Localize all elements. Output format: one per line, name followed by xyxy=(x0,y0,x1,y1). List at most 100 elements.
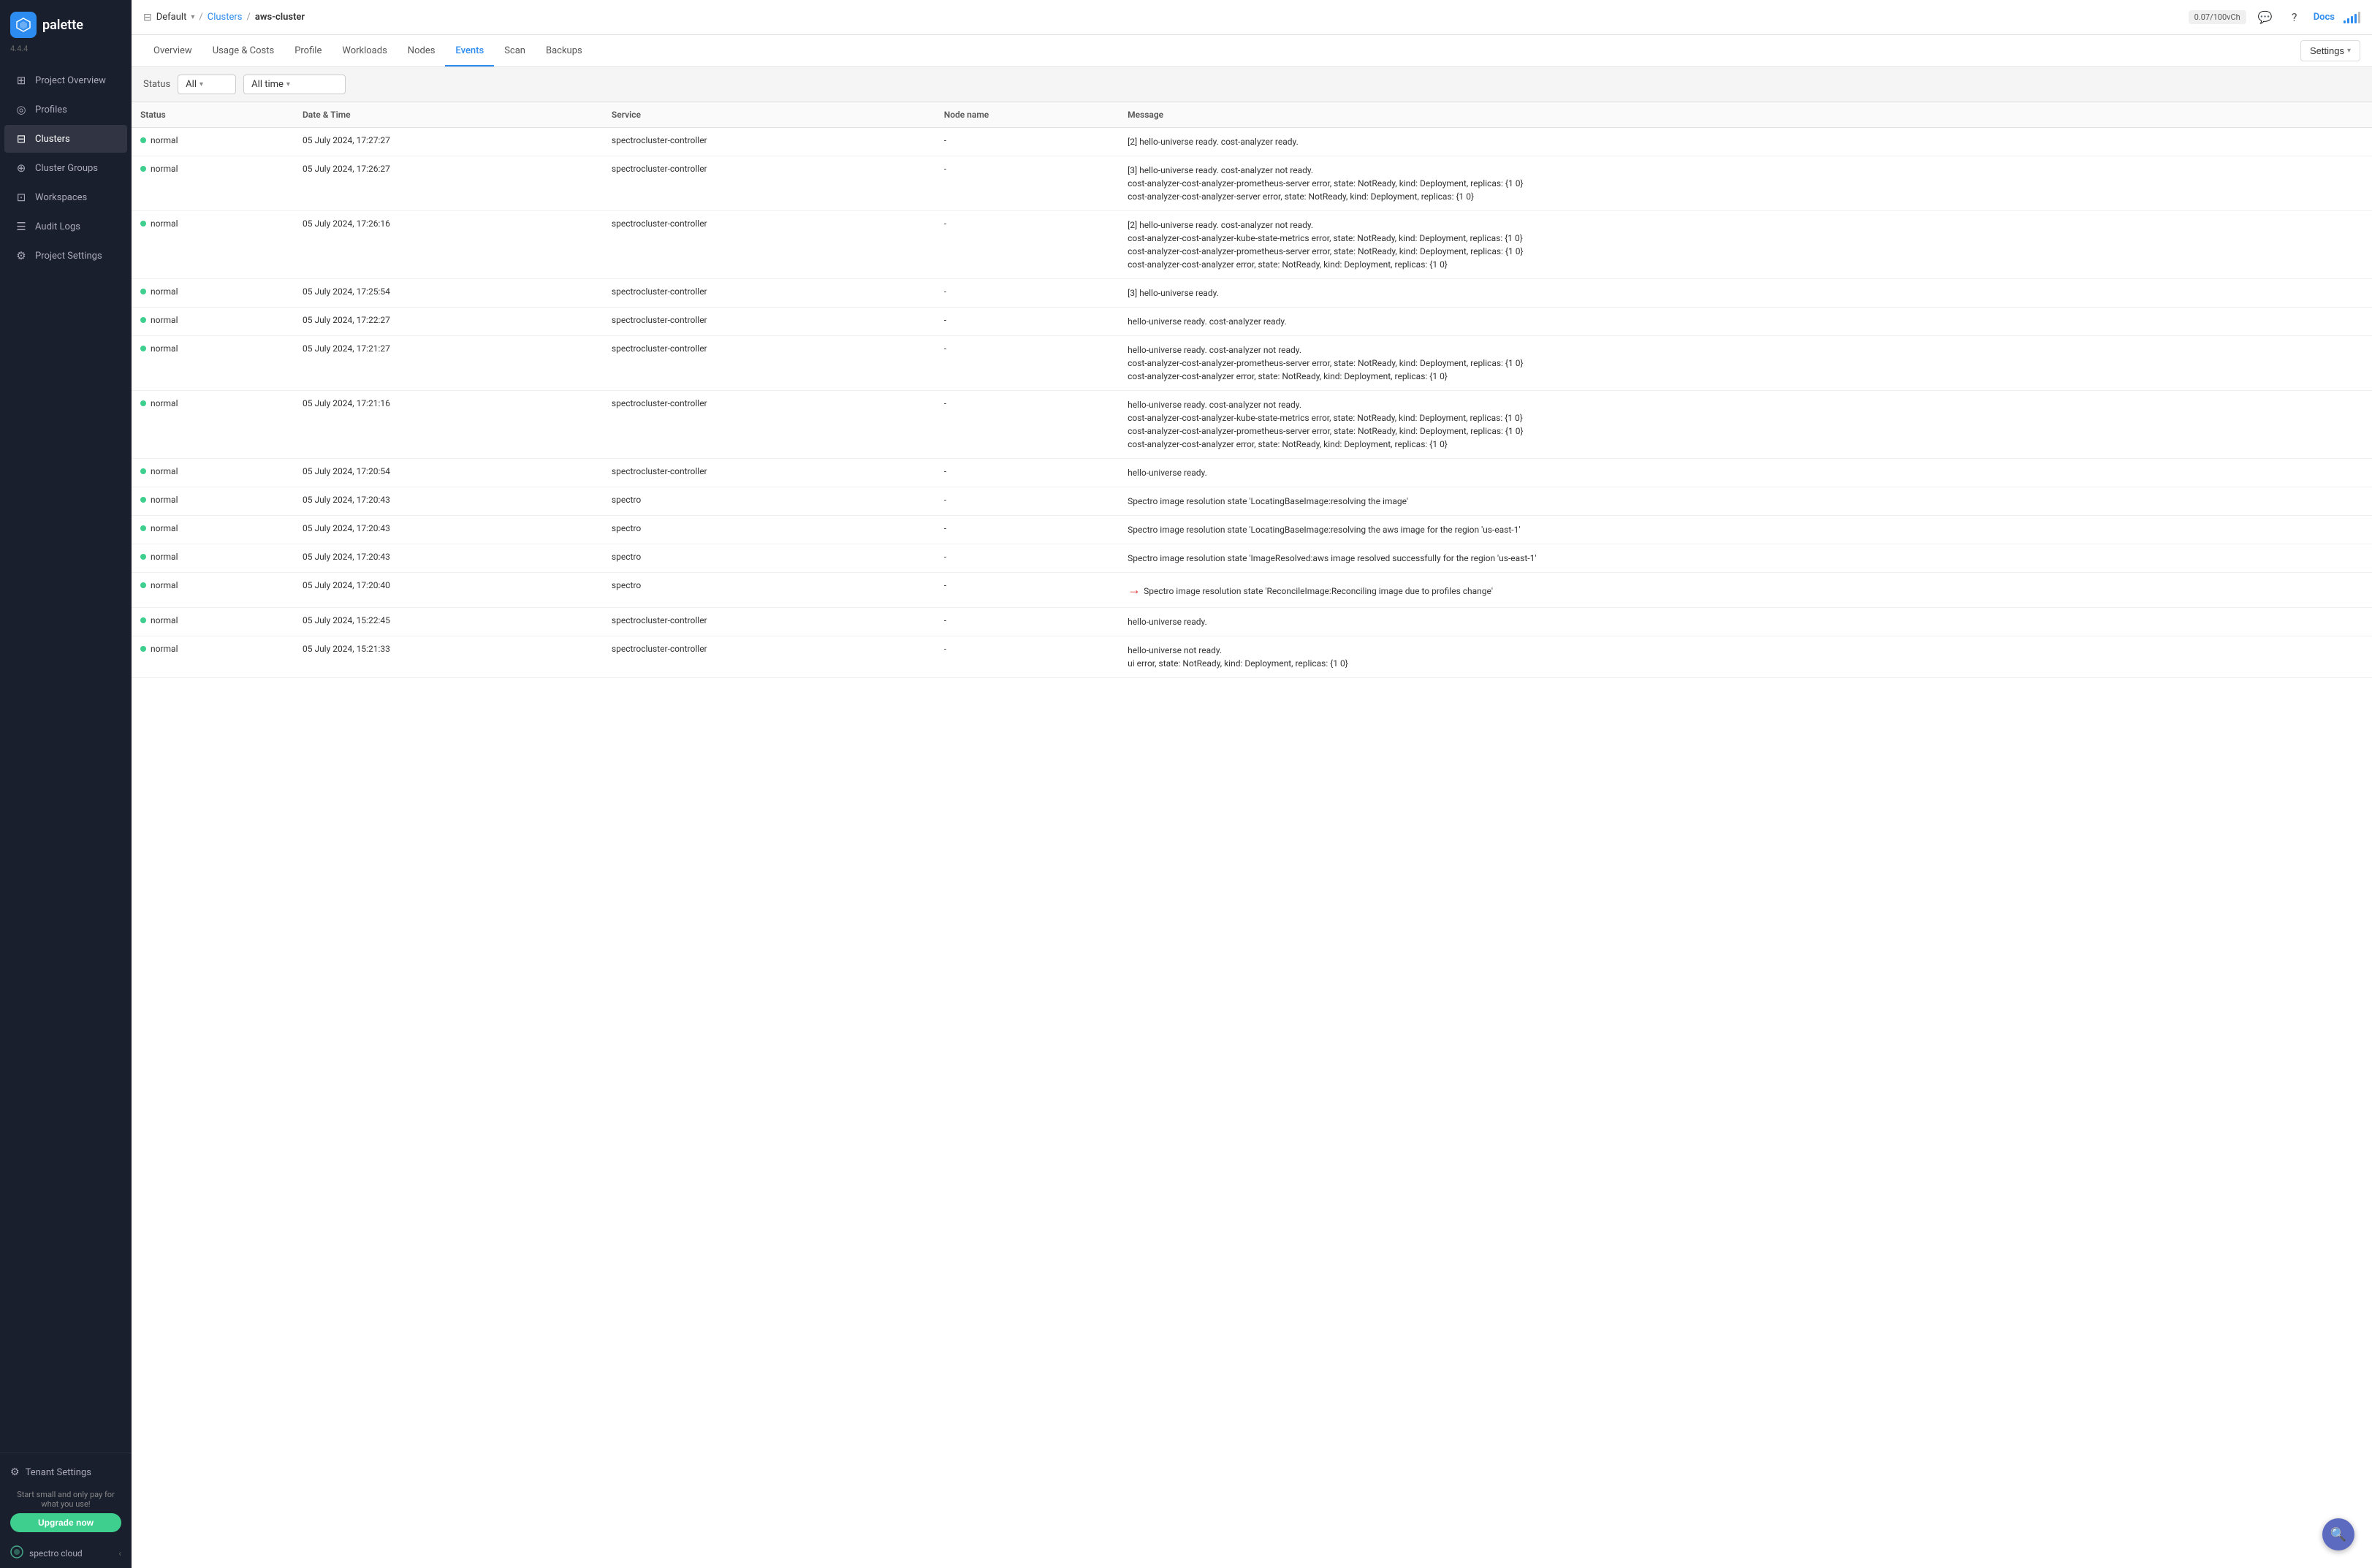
status-text: normal xyxy=(151,286,178,297)
sidebar-item-profiles[interactable]: ◎ Profiles xyxy=(4,96,127,123)
status-cell: normal xyxy=(132,516,294,544)
sidebar-item-tenant-settings[interactable]: ⚙ Tenant Settings xyxy=(10,1461,121,1484)
docs-link[interactable]: Docs xyxy=(2314,12,2335,23)
service-cell[interactable]: spectrocluster-controller xyxy=(603,459,935,487)
service-cell[interactable]: spectrocluster-controller xyxy=(603,308,935,336)
node-cell: - xyxy=(935,279,1119,308)
node-cell: - xyxy=(935,128,1119,156)
status-cell: normal xyxy=(132,156,294,211)
spectro-logo-icon xyxy=(10,1545,23,1561)
upgrade-box: Start small and only pay for what you us… xyxy=(10,1484,121,1538)
status-dot xyxy=(140,221,146,227)
status-text: normal xyxy=(151,218,178,229)
tab-backups[interactable]: Backups xyxy=(536,37,593,66)
status-filter-dropdown[interactable]: All ▾ xyxy=(178,75,236,94)
status-cell: normal xyxy=(132,544,294,573)
status-cell: normal xyxy=(132,279,294,308)
message-cell: Spectro image resolution state 'Locating… xyxy=(1119,487,2372,516)
status-text: normal xyxy=(151,466,178,476)
status-cell: normal xyxy=(132,573,294,608)
chat-icon[interactable]: 💬 xyxy=(2255,7,2276,28)
tab-usage-costs[interactable]: Usage & Costs xyxy=(202,37,285,66)
col-date-time: Date & Time xyxy=(294,102,603,128)
status-dot xyxy=(140,525,146,531)
service-cell[interactable]: spectrocluster-controller xyxy=(603,336,935,391)
sidebar-item-label: Audit Logs xyxy=(35,221,80,232)
collapse-icon[interactable]: ‹ xyxy=(118,1548,121,1559)
status-filter-label: Status xyxy=(143,79,170,90)
time-filter-dropdown[interactable]: All time ▾ xyxy=(243,75,346,94)
status-cell: normal xyxy=(132,128,294,156)
service-cell[interactable]: spectro xyxy=(603,487,935,516)
upgrade-button[interactable]: Upgrade now xyxy=(10,1513,121,1532)
tenant-settings-icon: ⚙ xyxy=(10,1466,20,1478)
date-cell: 05 July 2024, 17:26:16 xyxy=(294,211,603,279)
service-cell[interactable]: spectrocluster-controller xyxy=(603,211,935,279)
table-row: normal05 July 2024, 17:20:54spectroclust… xyxy=(132,459,2372,487)
clusters-breadcrumb-link[interactable]: Clusters xyxy=(208,12,243,23)
service-cell[interactable]: spectro xyxy=(603,516,935,544)
current-cluster-label: aws-cluster xyxy=(255,12,305,23)
status-dot xyxy=(140,582,146,588)
main-content: ⊟ Default ▾ / Clusters / aws-cluster 0.0… xyxy=(132,0,2372,1568)
service-cell[interactable]: spectro xyxy=(603,573,935,608)
tab-profile[interactable]: Profile xyxy=(284,37,332,66)
sidebar-item-audit-logs[interactable]: ☰ Audit Logs xyxy=(4,213,127,240)
search-fab-button[interactable]: 🔍 xyxy=(2322,1518,2354,1550)
service-cell[interactable]: spectrocluster-controller xyxy=(603,608,935,636)
status-dot xyxy=(140,468,146,474)
sidebar-item-clusters[interactable]: ⊟ Clusters xyxy=(4,125,127,153)
date-cell: 05 July 2024, 17:21:27 xyxy=(294,336,603,391)
tab-workloads[interactable]: Workloads xyxy=(332,37,397,66)
breadcrumb-sep-2: / xyxy=(247,12,251,23)
service-cell[interactable]: spectrocluster-controller xyxy=(603,636,935,678)
status-dot xyxy=(140,617,146,623)
sidebar-item-workspaces[interactable]: ⊡ Workspaces xyxy=(4,183,127,211)
message-cell: hello-universe ready. cost-analyzer not … xyxy=(1119,336,2372,391)
workspace-dropdown[interactable]: Default xyxy=(156,12,187,23)
sidebar-item-label: Workspaces xyxy=(35,192,87,203)
audit-logs-icon: ☰ xyxy=(15,220,28,233)
service-cell[interactable]: spectrocluster-controller xyxy=(603,128,935,156)
tab-overview[interactable]: Overview xyxy=(143,37,202,66)
service-cell[interactable]: spectrocluster-controller xyxy=(603,391,935,459)
sidebar-item-cluster-groups[interactable]: ⊕ Cluster Groups xyxy=(4,154,127,182)
status-cell: normal xyxy=(132,336,294,391)
tab-nodes[interactable]: Nodes xyxy=(398,37,446,66)
node-cell: - xyxy=(935,573,1119,608)
node-cell: - xyxy=(935,459,1119,487)
service-cell[interactable]: spectro xyxy=(603,544,935,573)
status-dot xyxy=(140,166,146,172)
status-cell: normal xyxy=(132,308,294,336)
table-row: normal05 July 2024, 15:22:45spectroclust… xyxy=(132,608,2372,636)
tab-events[interactable]: Events xyxy=(445,37,494,66)
col-node-name: Node name xyxy=(935,102,1119,128)
message-cell: [2] hello-universe ready. cost-analyzer … xyxy=(1119,211,2372,279)
date-cell: 05 July 2024, 17:20:43 xyxy=(294,487,603,516)
tab-scan[interactable]: Scan xyxy=(494,37,536,66)
sidebar-item-project-settings[interactable]: ⚙ Project Settings xyxy=(4,242,127,270)
date-cell: 05 July 2024, 17:25:54 xyxy=(294,279,603,308)
signal-bars-icon xyxy=(2344,12,2360,23)
sidebar-item-project-overview[interactable]: ⊞ Project Overview xyxy=(4,66,127,94)
table-row: normal05 July 2024, 17:21:27spectroclust… xyxy=(132,336,2372,391)
sidebar-item-label: Cluster Groups xyxy=(35,163,98,174)
date-cell: 05 July 2024, 15:21:33 xyxy=(294,636,603,678)
table-row: normal 05 July 2024, 17:25:54spectroclust… xyxy=(132,279,2372,308)
settings-button[interactable]: Settings ▾ xyxy=(2300,40,2360,61)
sidebar-nav: ⊞ Project Overview ◎ Profiles ⊟ Clusters… xyxy=(0,65,132,1453)
status-dot xyxy=(140,317,146,323)
help-icon[interactable]: ? xyxy=(2284,7,2305,28)
cluster-groups-icon: ⊕ xyxy=(15,161,28,175)
service-cell[interactable]: spectrocluster-controller xyxy=(603,279,935,308)
message-cell: →Spectro image resolution state 'Reconci… xyxy=(1119,573,2372,608)
message-cell: [3] hello-universe ready. xyxy=(1119,279,2372,308)
status-dot xyxy=(140,554,146,560)
date-cell: 05 July 2024, 17:20:40 xyxy=(294,573,603,608)
status-text: normal xyxy=(151,398,178,408)
service-cell[interactable]: spectrocluster-controller xyxy=(603,156,935,211)
message-cell: hello-universe ready. xyxy=(1119,608,2372,636)
search-fab-icon: 🔍 xyxy=(2330,1527,2346,1542)
table-row: normal05 July 2024, 17:27:27spectroclust… xyxy=(132,128,2372,156)
status-cell: normal xyxy=(132,459,294,487)
